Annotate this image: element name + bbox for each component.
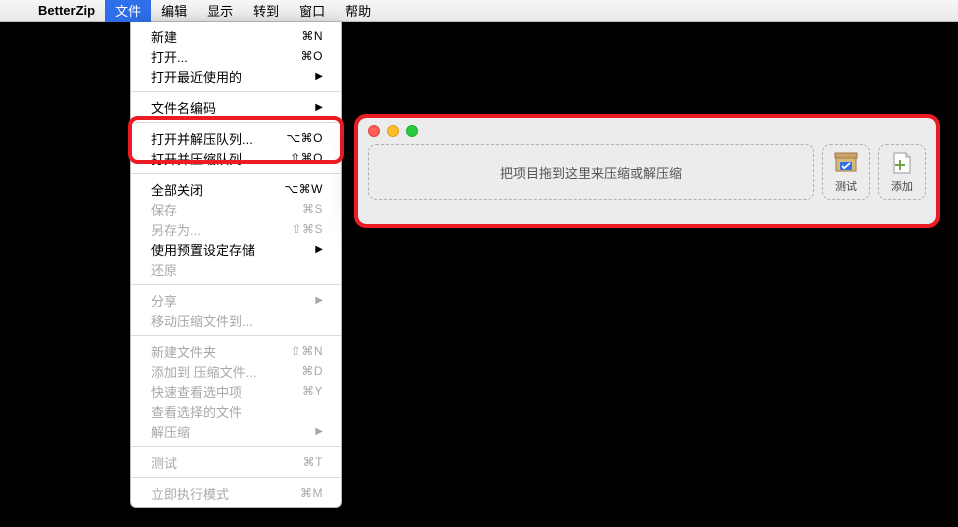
menu-item-label: 新建文件夹	[151, 342, 216, 361]
add-button-label: 添加	[891, 178, 913, 194]
menu-item-label: 保存	[151, 200, 177, 219]
menu-item-shortcut: ⌥⌘W	[284, 182, 323, 196]
menu-item-label: 打开最近使用的	[151, 67, 242, 86]
menu-item: 另存为... ⇧⌘S	[131, 219, 341, 239]
chevron-right-icon: ▶	[315, 426, 323, 437]
menu-item-shortcut: ⌘D	[301, 364, 323, 378]
menu-item-shortcut: ⌘M	[300, 486, 323, 500]
document-plus-icon	[888, 150, 916, 176]
menu-separator	[131, 477, 341, 478]
close-icon[interactable]	[368, 125, 380, 137]
chevron-right-icon: ▶	[315, 295, 323, 306]
menu-item-label: 另存为...	[151, 220, 201, 239]
menu-item: 查看选择的文件	[131, 401, 341, 421]
menu-item-shortcut: ⇧⌘N	[291, 344, 323, 358]
menu-item-label: 使用预置设定存储	[151, 240, 255, 259]
menu-item-label: 测试	[151, 453, 177, 472]
minimize-icon[interactable]	[387, 125, 399, 137]
menu-item-label: 添加到 压缩文件...	[151, 362, 256, 381]
menu-item-label: 新建	[151, 27, 177, 46]
menu-item: 解压缩 ▶	[131, 421, 341, 441]
zoom-icon[interactable]	[406, 125, 418, 137]
menu-item[interactable]: 打开并压缩队列... ⇧⌘O	[131, 148, 341, 168]
menu-separator	[131, 446, 341, 447]
dropzone[interactable]: 把项目拖到这里来压缩或解压缩	[368, 144, 814, 200]
window-titlebar	[358, 118, 936, 144]
menu-item-shortcut: ⌘Y	[302, 384, 323, 398]
menu-item[interactable]: 文件名编码 ▶	[131, 97, 341, 117]
menu-help[interactable]: 帮助	[335, 0, 381, 22]
menu-item-label: 全部关闭	[151, 180, 203, 199]
menu-item-label: 解压缩	[151, 422, 190, 441]
menu-item: 还原	[131, 259, 341, 279]
menu-item-label: 打开并压缩队列...	[151, 149, 253, 168]
box-check-icon	[832, 150, 860, 176]
menu-item-label: 分享	[151, 291, 177, 310]
test-button-label: 测试	[835, 178, 857, 194]
menu-item: 测试 ⌘T	[131, 452, 341, 472]
menu-item-shortcut: ⇧⌘S	[291, 222, 323, 236]
queue-window: 把项目拖到这里来压缩或解压缩 测试	[358, 118, 936, 224]
menu-item[interactable]: 打开最近使用的 ▶	[131, 66, 341, 86]
menu-item[interactable]: 新建 ⌘N	[131, 26, 341, 46]
menu-item[interactable]: 打开... ⌘O	[131, 46, 341, 66]
menu-item: 立即执行模式 ⌘M	[131, 483, 341, 503]
menu-separator	[131, 122, 341, 123]
menu-item[interactable]: 使用预置设定存储 ▶	[131, 239, 341, 259]
menu-item-shortcut: ⌘O	[301, 49, 323, 63]
menu-item-label: 还原	[151, 260, 177, 279]
menu-item-shortcut: ⌘N	[301, 29, 323, 43]
file-menu-dropdown: 新建⌘N打开...⌘O打开最近使用的▶文件名编码▶打开并解压队列...⌥⌘O打开…	[130, 22, 342, 508]
menu-item-label: 打开...	[151, 47, 188, 66]
menu-item-shortcut: ⌘T	[303, 455, 323, 469]
chevron-right-icon: ▶	[315, 71, 323, 82]
add-button[interactable]: 添加	[878, 144, 926, 200]
menu-item-label: 移动压缩文件到...	[151, 311, 253, 330]
menu-separator	[131, 284, 341, 285]
menu-item: 分享 ▶	[131, 290, 341, 310]
menu-window[interactable]: 窗口	[289, 0, 335, 22]
menu-view[interactable]: 显示	[197, 0, 243, 22]
menu-item: 快速查看选中项 ⌘Y	[131, 381, 341, 401]
menu-item-label: 文件名编码	[151, 98, 216, 117]
menu-item[interactable]: 全部关闭 ⌥⌘W	[131, 179, 341, 199]
menubar: BetterZip 文件 编辑 显示 转到 窗口 帮助	[0, 0, 958, 22]
app-name[interactable]: BetterZip	[28, 3, 105, 18]
menu-item-shortcut: ⌘S	[302, 202, 323, 216]
menu-item: 保存 ⌘S	[131, 199, 341, 219]
menu-item-label: 查看选择的文件	[151, 402, 242, 421]
dropzone-label: 把项目拖到这里来压缩或解压缩	[500, 163, 682, 182]
menu-item-label: 快速查看选中项	[151, 382, 242, 401]
menu-edit[interactable]: 编辑	[151, 0, 197, 22]
menu-item: 移动压缩文件到...	[131, 310, 341, 330]
menu-go[interactable]: 转到	[243, 0, 289, 22]
menu-item-shortcut: ⇧⌘O	[290, 151, 323, 165]
menu-file[interactable]: 文件	[105, 0, 151, 22]
chevron-right-icon: ▶	[315, 102, 323, 113]
menu-item[interactable]: 打开并解压队列... ⌥⌘O	[131, 128, 341, 148]
window-toolbar: 把项目拖到这里来压缩或解压缩 测试	[358, 144, 936, 210]
menu-item-shortcut: ⌥⌘O	[286, 131, 323, 145]
menu-separator	[131, 173, 341, 174]
menu-item-label: 打开并解压队列...	[151, 129, 253, 148]
menu-item-label: 立即执行模式	[151, 484, 229, 503]
menu-item: 添加到 压缩文件... ⌘D	[131, 361, 341, 381]
chevron-right-icon: ▶	[315, 244, 323, 255]
menu-separator	[131, 335, 341, 336]
menu-separator	[131, 91, 341, 92]
test-button[interactable]: 测试	[822, 144, 870, 200]
menu-item: 新建文件夹 ⇧⌘N	[131, 341, 341, 361]
